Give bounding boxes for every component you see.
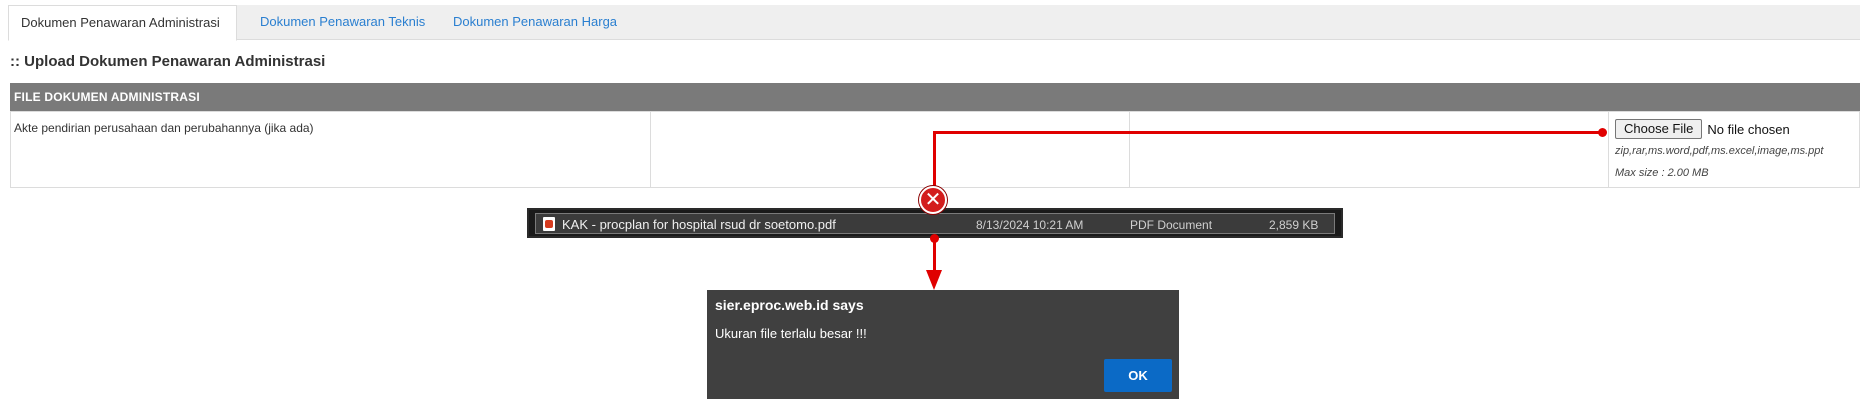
error-x-icon: ✕ (919, 186, 947, 214)
selected-file-item[interactable]: KAK - procplan for hospital rsud dr soet… (535, 213, 1335, 234)
dialog-title: sier.eproc.web.id says (715, 297, 864, 313)
allowed-file-types: zip,rar,ms.word,pdf,ms.excel,image,ms.pp… (1615, 145, 1824, 157)
dialog-message: Ukuran file terlalu besar !!! (715, 326, 867, 341)
table-header: FILE DOKUMEN ADMINISTRASI (10, 83, 1860, 111)
annotation-line (933, 131, 1603, 134)
section-title: :: Upload Dokumen Penawaran Administrasi (10, 53, 326, 70)
pdf-file-icon (543, 217, 555, 231)
empty-cell (1130, 112, 1609, 187)
empty-cell (651, 112, 1130, 187)
upload-cell: Choose File No file chosen zip,rar,ms.wo… (1609, 112, 1861, 187)
file-type: PDF Document (1130, 218, 1213, 232)
ok-button[interactable]: OK (1104, 359, 1172, 392)
tab-harga[interactable]: Dokumen Penawaran Harga (441, 5, 629, 41)
annotation-arrow-icon (926, 270, 942, 290)
alert-dialog: sier.eproc.web.id says Ukuran file terla… (707, 290, 1179, 399)
file-input[interactable]: Choose File No file chosen (1615, 119, 1790, 139)
annotation-line (933, 131, 936, 191)
annotation-dot (1598, 128, 1607, 137)
tab-teknis[interactable]: Dokumen Penawaran Teknis (248, 5, 437, 41)
file-status: No file chosen (1707, 121, 1790, 137)
file-date: 8/13/2024 10:21 AM (976, 218, 1084, 232)
choose-file-button[interactable]: Choose File (1615, 119, 1703, 139)
file-size: 2,859 KB (1269, 218, 1319, 232)
tab-administrasi[interactable]: Dokumen Penawaran Administrasi (8, 5, 237, 41)
tab-bar: Dokumen Penawaran Administrasi Dokumen P… (8, 5, 1860, 41)
document-name: Akte pendirian perusahaan dan perubahann… (14, 121, 314, 135)
max-file-size: Max size : 2.00 MB (1615, 167, 1709, 179)
document-name-cell: Akte pendirian perusahaan dan perubahann… (11, 112, 651, 187)
file-name: KAK - procplan for hospital rsud dr soet… (562, 217, 836, 232)
annotation-line (933, 239, 936, 271)
